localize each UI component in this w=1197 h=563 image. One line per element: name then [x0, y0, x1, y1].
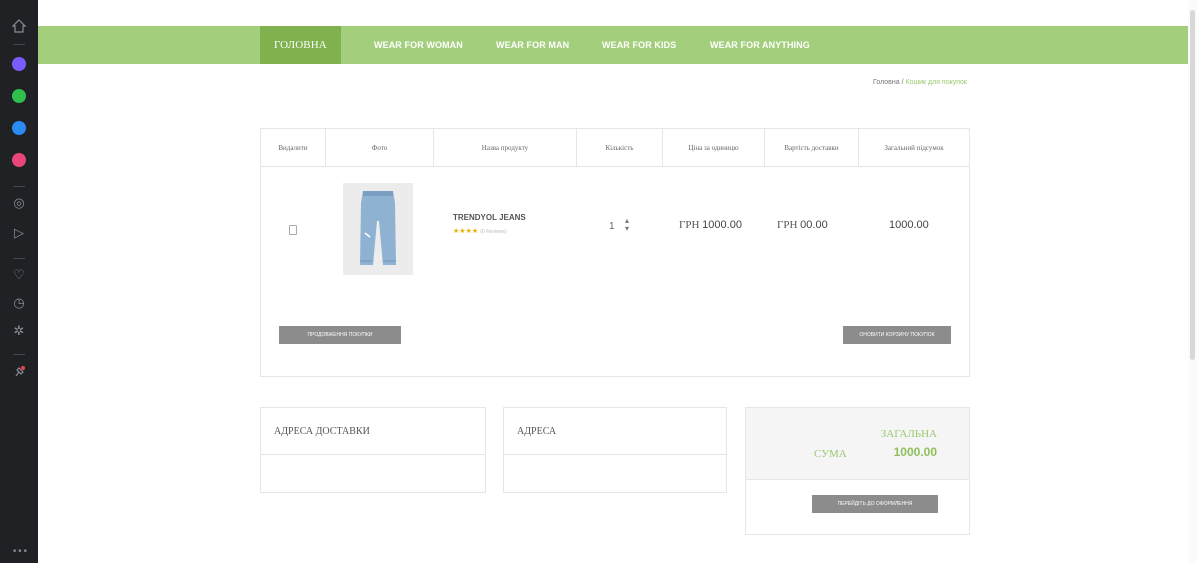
settings-dial-icon[interactable]: ◎ — [11, 196, 27, 212]
row-total: 1000.00 — [889, 219, 929, 231]
messenger-icon[interactable] — [11, 56, 27, 72]
browser-sidebar: ◎ ▷ ♡ ◷ ✲ ••• — [0, 0, 38, 563]
product-thumbnail[interactable] — [343, 183, 413, 275]
sidebar-divider — [13, 258, 25, 259]
breadcrumb-current: Кошик для покупок — [905, 79, 967, 86]
nav-wear-for-woman[interactable]: WEAR FOR WOMAN — [374, 26, 463, 64]
more-menu-icon[interactable]: ••• — [12, 544, 28, 560]
heart-icon[interactable]: ♡ — [11, 268, 27, 284]
row-total-value: 1000.00 — [889, 219, 929, 231]
header-photo: Фото — [326, 129, 434, 167]
nav-wear-for-anything[interactable]: WEAR FOR ANYTHING — [710, 26, 810, 64]
header-remove: Видалити — [261, 129, 326, 167]
breadcrumb-home[interactable]: Головна — [873, 79, 900, 86]
instagram-icon[interactable] — [11, 152, 27, 168]
shipping-value: 00.00 — [800, 219, 828, 231]
divider — [504, 454, 726, 455]
main-navbar: ГОЛОВНА WEAR FOR WOMAN WEAR FOR MAN WEAR… — [38, 26, 1188, 64]
quantity-value[interactable]: 1 — [609, 221, 615, 232]
delivery-address-box: АДРЕСА ДОСТАВКИ — [260, 407, 486, 493]
address-box: АДРЕСА — [503, 407, 727, 493]
sidebar-divider — [13, 186, 25, 187]
remove-item-checkbox[interactable] — [289, 225, 297, 235]
quantity-stepper[interactable]: ▴ ▾ — [625, 217, 629, 233]
gear-icon[interactable]: ✲ — [11, 324, 27, 340]
total-value: 1000.00 — [893, 445, 937, 459]
cart-total-box: ЗАГАЛЬНА СУМА 1000.00 ПЕРЕЙДІТЬ ДО ОФОРМ… — [745, 407, 970, 535]
header-unit-price: Ціна за одиницю — [663, 129, 765, 167]
star-icon: ★ — [471, 227, 479, 235]
total-label-line2: СУМА — [814, 448, 847, 460]
cart-table: Видалити Фото Назва продукту Кількість Ц… — [260, 128, 970, 377]
cart-total-header: ЗАГАЛЬНА СУМА 1000.00 — [746, 408, 969, 480]
breadcrumb-separator: / — [901, 79, 904, 86]
nav-home[interactable]: ГОЛОВНА — [260, 26, 341, 64]
whatsapp-icon[interactable] — [11, 88, 27, 104]
header-quantity: Кількість — [577, 129, 663, 167]
unit-price: ГРН 1000.00 — [679, 219, 742, 231]
stepper-down-icon[interactable]: ▾ — [625, 225, 629, 233]
header-shipping: Вартість доставки — [765, 129, 859, 167]
telegram-icon[interactable] — [11, 120, 27, 136]
sidebar-divider — [13, 44, 25, 45]
pin-icon[interactable] — [11, 364, 27, 380]
delivery-address-title: АДРЕСА ДОСТАВКИ — [274, 426, 370, 437]
shipping-price: ГРН 00.00 — [777, 219, 828, 231]
review-count[interactable]: (0 Reviews) — [480, 229, 506, 235]
sidebar-divider — [13, 354, 25, 355]
unit-price-currency: ГРН — [679, 219, 700, 231]
home-icon[interactable] — [11, 18, 27, 34]
nav-wear-for-kids[interactable]: WEAR FOR KIDS — [602, 26, 676, 64]
continue-shopping-button[interactable]: ПРОДОВЖЕННЯ ПОКУПКИ — [279, 326, 401, 344]
scrollbar-thumb[interactable] — [1190, 10, 1195, 360]
product-rating: ★★★★ (0 Reviews) — [453, 227, 507, 235]
product-name-link[interactable]: TRENDYOL JEANS — [453, 213, 526, 222]
header-total: Загальний підсумок — [884, 144, 944, 152]
shipping-currency: ГРН — [777, 219, 798, 231]
cart-table-header: Видалити Фото Назва продукту Кількість Ц… — [261, 129, 969, 167]
checkout-button[interactable]: ПЕРЕЙДІТЬ ДО ОФОРМЛЕННЯ — [812, 495, 938, 513]
send-icon[interactable]: ▷ — [11, 226, 27, 242]
header-product-name: Назва продукту — [434, 129, 577, 167]
divider — [261, 454, 485, 455]
address-title: АДРЕСА — [517, 426, 557, 437]
total-label-line1: ЗАГАЛЬНА — [880, 428, 937, 440]
breadcrumb: Головна / Кошик для покупок — [873, 79, 967, 86]
update-cart-button[interactable]: ОНОВИТИ КОРЗИНУ ПОКУПОК — [843, 326, 951, 344]
unit-price-value: 1000.00 — [702, 219, 742, 231]
clock-icon[interactable]: ◷ — [11, 296, 27, 312]
nav-wear-for-man[interactable]: WEAR FOR MAN — [496, 26, 569, 64]
